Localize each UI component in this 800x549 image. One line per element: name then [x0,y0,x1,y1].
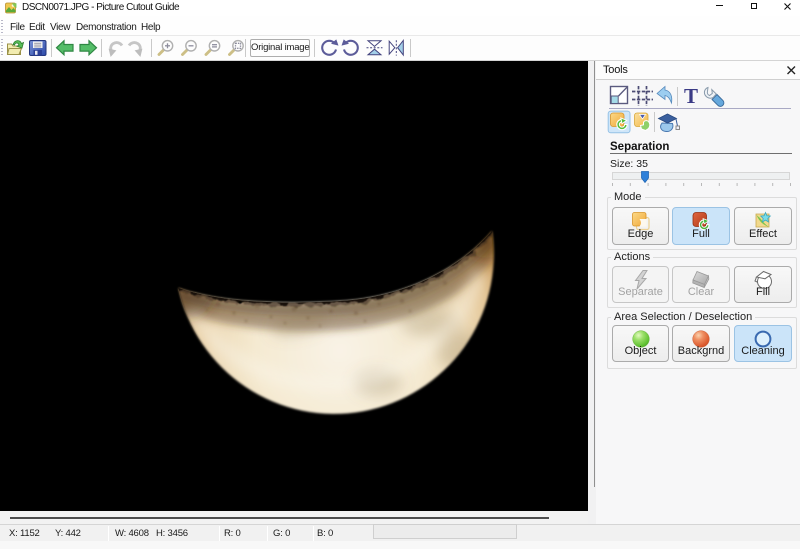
svg-text:T: T [684,85,698,108]
